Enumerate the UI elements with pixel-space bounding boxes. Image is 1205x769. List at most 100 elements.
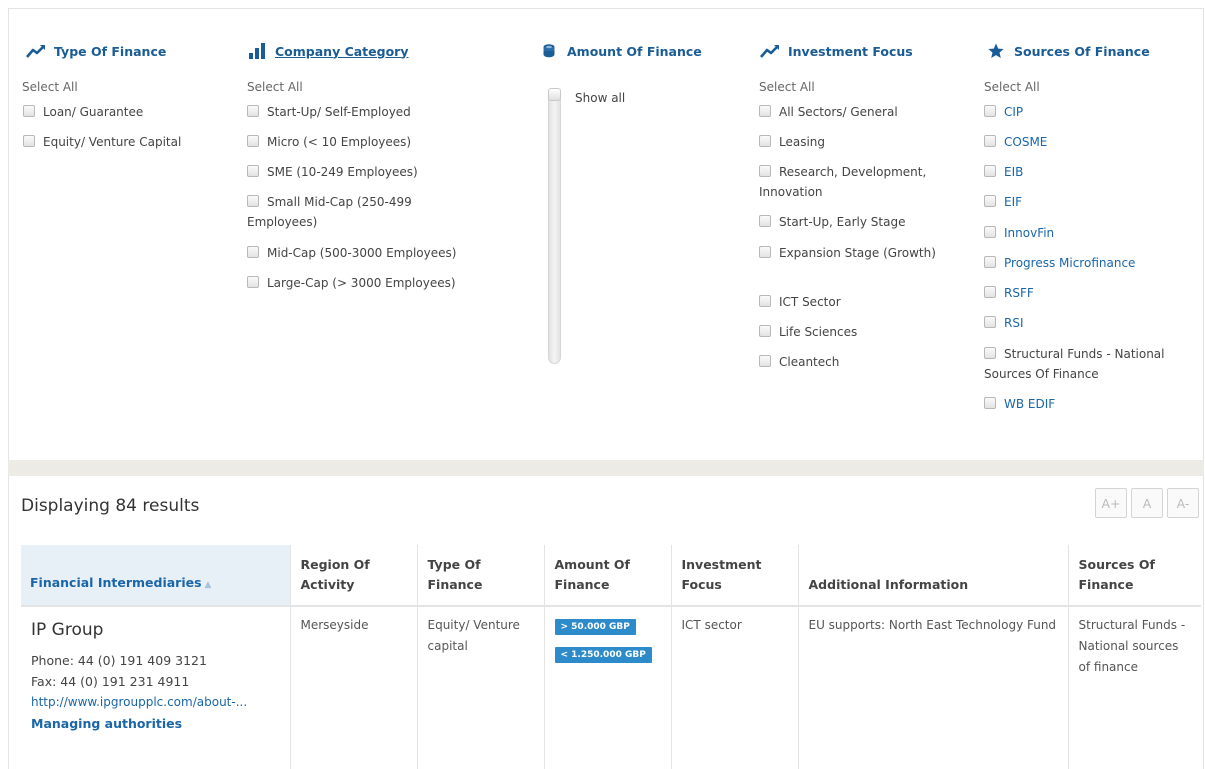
column-header-region[interactable]: Region Of Activity (290, 545, 418, 606)
checkbox[interactable] (759, 246, 771, 258)
checkbox[interactable] (984, 316, 996, 328)
column-header-additional-info[interactable]: Additional Information (798, 545, 1069, 606)
filter-title: Amount Of Finance (567, 43, 702, 59)
cell-focus: ICT sector (671, 606, 799, 769)
select-all-type-of-finance[interactable]: Select All (22, 80, 78, 94)
section-divider (8, 460, 1204, 476)
filter-sources-of-finance-header[interactable]: Sources Of Finance (986, 43, 1150, 59)
filter-amount-of-finance: Amount Of Finance (539, 43, 702, 59)
option-small-mid-cap[interactable]: Small Mid-Cap (250-499 Employees) (247, 192, 467, 232)
checkbox[interactable] (247, 165, 259, 177)
amount-range-slider[interactable] (548, 88, 561, 364)
option-mid-cap[interactable]: Mid-Cap (500-3000 Employees) (247, 243, 456, 263)
column-header-sources[interactable]: Sources Of Finance (1068, 545, 1201, 606)
select-all-company-category[interactable]: Select All (247, 80, 303, 94)
option-progress-microfinance[interactable]: Progress Microfinance (984, 253, 1135, 273)
font-size-controls: A+ A A- (1095, 488, 1199, 518)
checkbox[interactable] (759, 215, 771, 227)
filter-investment-focus-header[interactable]: Investment Focus (760, 43, 913, 59)
filter-investment-focus: Investment Focus (760, 43, 913, 59)
checkbox[interactable] (984, 286, 996, 298)
filter-panel: Type Of Finance Select All Loan/ Guarant… (8, 8, 1204, 460)
checkbox[interactable] (984, 397, 996, 409)
coin-stack-icon (539, 43, 559, 59)
managing-authorities-link[interactable]: Managing authorities (31, 713, 280, 735)
filter-company-category-header[interactable]: Company Category (247, 43, 408, 59)
trend-line-icon (26, 43, 46, 59)
option-loan-guarantee[interactable]: Loan/ Guarantee (23, 102, 143, 122)
option-structural-funds[interactable]: Structural Funds - National Sources Of F… (984, 344, 1189, 384)
checkbox[interactable] (984, 347, 996, 359)
checkbox[interactable] (247, 246, 259, 258)
select-all-investment-focus[interactable]: Select All (759, 80, 815, 94)
checkbox[interactable] (23, 135, 35, 147)
option-ict-sector[interactable]: ICT Sector (759, 292, 841, 312)
website-link[interactable]: http://www.ipgroupplc.com/about-... (31, 692, 280, 713)
option-all-sectors[interactable]: All Sectors/ General (759, 102, 898, 122)
option-micro[interactable]: Micro (< 10 Employees) (247, 132, 411, 152)
filter-type-of-finance: Type Of Finance (26, 43, 166, 59)
font-reset-button[interactable]: A (1131, 488, 1163, 518)
column-header-type[interactable]: Type Of Finance (417, 545, 545, 606)
checkbox[interactable] (759, 105, 771, 117)
column-header-focus[interactable]: Investment Focus (671, 545, 799, 606)
amount-show-all[interactable]: Show all (575, 91, 625, 105)
checkbox[interactable] (984, 256, 996, 268)
font-increase-button[interactable]: A+ (1095, 488, 1127, 518)
checkbox[interactable] (984, 226, 996, 238)
filter-type-of-finance-header[interactable]: Type Of Finance (26, 43, 166, 59)
checkbox[interactable] (23, 105, 35, 117)
checkbox[interactable] (984, 105, 996, 117)
option-cip[interactable]: CIP (984, 102, 1023, 122)
checkbox[interactable] (247, 105, 259, 117)
option-eib[interactable]: EIB (984, 162, 1023, 182)
filter-title: Investment Focus (788, 43, 913, 59)
option-start-up-early-stage[interactable]: Start-Up, Early Stage (759, 212, 905, 232)
checkbox[interactable] (759, 295, 771, 307)
option-research-development[interactable]: Research, Development, Innovation (759, 162, 959, 202)
cell-amount: > 50.000 GBP < 1.250.000 GBP (544, 606, 672, 769)
option-life-sciences[interactable]: Life Sciences (759, 322, 857, 342)
option-leasing[interactable]: Leasing (759, 132, 825, 152)
option-large-cap[interactable]: Large-Cap (> 3000 Employees) (247, 273, 456, 293)
filter-amount-of-finance-header[interactable]: Amount Of Finance (539, 43, 702, 59)
option-start-up[interactable]: Start-Up/ Self-Employed (247, 102, 411, 122)
cell-intermediary: IP Group Phone: 44 (0) 191 409 3121 Fax:… (21, 606, 291, 769)
checkbox[interactable] (247, 195, 259, 207)
slider-handle[interactable] (548, 88, 561, 101)
select-all-sources-of-finance[interactable]: Select All (984, 80, 1040, 94)
column-header-amount[interactable]: Amount Of Finance (544, 545, 672, 606)
font-decrease-button[interactable]: A- (1167, 488, 1199, 518)
option-sme[interactable]: SME (10-249 Employees) (247, 162, 418, 182)
checkbox[interactable] (759, 165, 771, 177)
cell-sources: Structural Funds - National sources of f… (1078, 618, 1186, 674)
checkbox[interactable] (247, 276, 259, 288)
amount-max-badge: < 1.250.000 GBP (554, 647, 652, 663)
table-row: IP Group Phone: 44 (0) 191 409 3121 Fax:… (21, 606, 1201, 769)
bar-chart-icon (247, 43, 267, 59)
option-expansion-stage[interactable]: Expansion Stage (Growth) (759, 243, 939, 263)
checkbox[interactable] (759, 135, 771, 147)
option-cosme[interactable]: COSME (984, 132, 1047, 152)
cell-type: Equity/ Venture capital (417, 606, 545, 769)
checkbox[interactable] (247, 135, 259, 147)
option-equity-venture-capital[interactable]: Equity/ Venture Capital (23, 132, 181, 152)
option-rsi[interactable]: RSI (984, 313, 1024, 333)
option-wb-edif[interactable]: WB EDIF (984, 394, 1055, 414)
checkbox[interactable] (984, 135, 996, 147)
checkbox[interactable] (759, 325, 771, 337)
filter-company-category: Company Category (247, 43, 408, 59)
option-eif[interactable]: EIF (984, 192, 1022, 212)
results-table: Financial Intermediaries ▲ Region Of Acti… (21, 545, 1201, 769)
fax-number: Fax: 44 (0) 191 231 4911 (31, 674, 190, 689)
checkbox[interactable] (984, 195, 996, 207)
cell-region: Merseyside (290, 606, 418, 769)
checkbox[interactable] (759, 355, 771, 367)
filter-sources-of-finance: Sources Of Finance (986, 43, 1150, 59)
option-rsff[interactable]: RSFF (984, 283, 1034, 303)
checkbox[interactable] (984, 165, 996, 177)
column-header-financial-intermediaries[interactable]: Financial Intermediaries ▲ (21, 545, 291, 606)
option-cleantech[interactable]: Cleantech (759, 352, 839, 372)
option-innovfin[interactable]: InnovFin (984, 223, 1054, 243)
sort-asc-icon: ▲ (204, 580, 212, 590)
